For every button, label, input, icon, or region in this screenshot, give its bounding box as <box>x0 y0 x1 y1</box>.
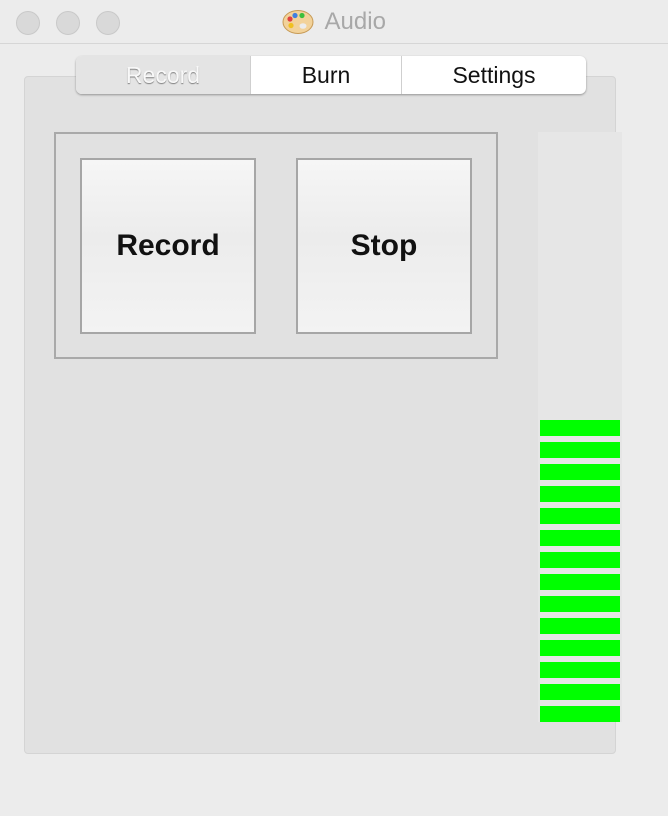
level-meter-segment <box>540 486 620 502</box>
tab-bar: Record Burn Settings <box>76 56 586 94</box>
tab-burn[interactable]: Burn <box>251 56 402 94</box>
stop-button[interactable]: Stop <box>296 158 472 334</box>
level-meter-segment <box>540 530 620 546</box>
level-meter-segment <box>540 706 620 722</box>
tab-settings[interactable]: Settings <box>402 56 586 94</box>
record-button[interactable]: Record <box>80 158 256 334</box>
level-meter-segment <box>540 596 620 612</box>
audio-window: Audio Record Burn Settings Record Stop <box>0 0 668 816</box>
level-meter-segment <box>540 662 620 678</box>
window-title: Audio <box>324 8 386 35</box>
level-meter-segment <box>540 552 620 568</box>
title-bar: Audio <box>0 0 668 44</box>
tab-record[interactable]: Record <box>76 56 251 94</box>
level-meter-segment <box>540 618 620 634</box>
level-meter-segment <box>540 684 620 700</box>
window-title-group: Audio <box>0 8 668 36</box>
palette-icon <box>282 10 314 34</box>
level-meter-segment <box>540 574 620 590</box>
level-meter-segment <box>540 508 620 524</box>
level-meter-segment <box>540 442 620 458</box>
level-meter-segment <box>540 420 620 436</box>
level-meter-segment <box>540 640 620 656</box>
level-meter-segment <box>540 464 620 480</box>
audio-level-meter <box>538 132 622 722</box>
